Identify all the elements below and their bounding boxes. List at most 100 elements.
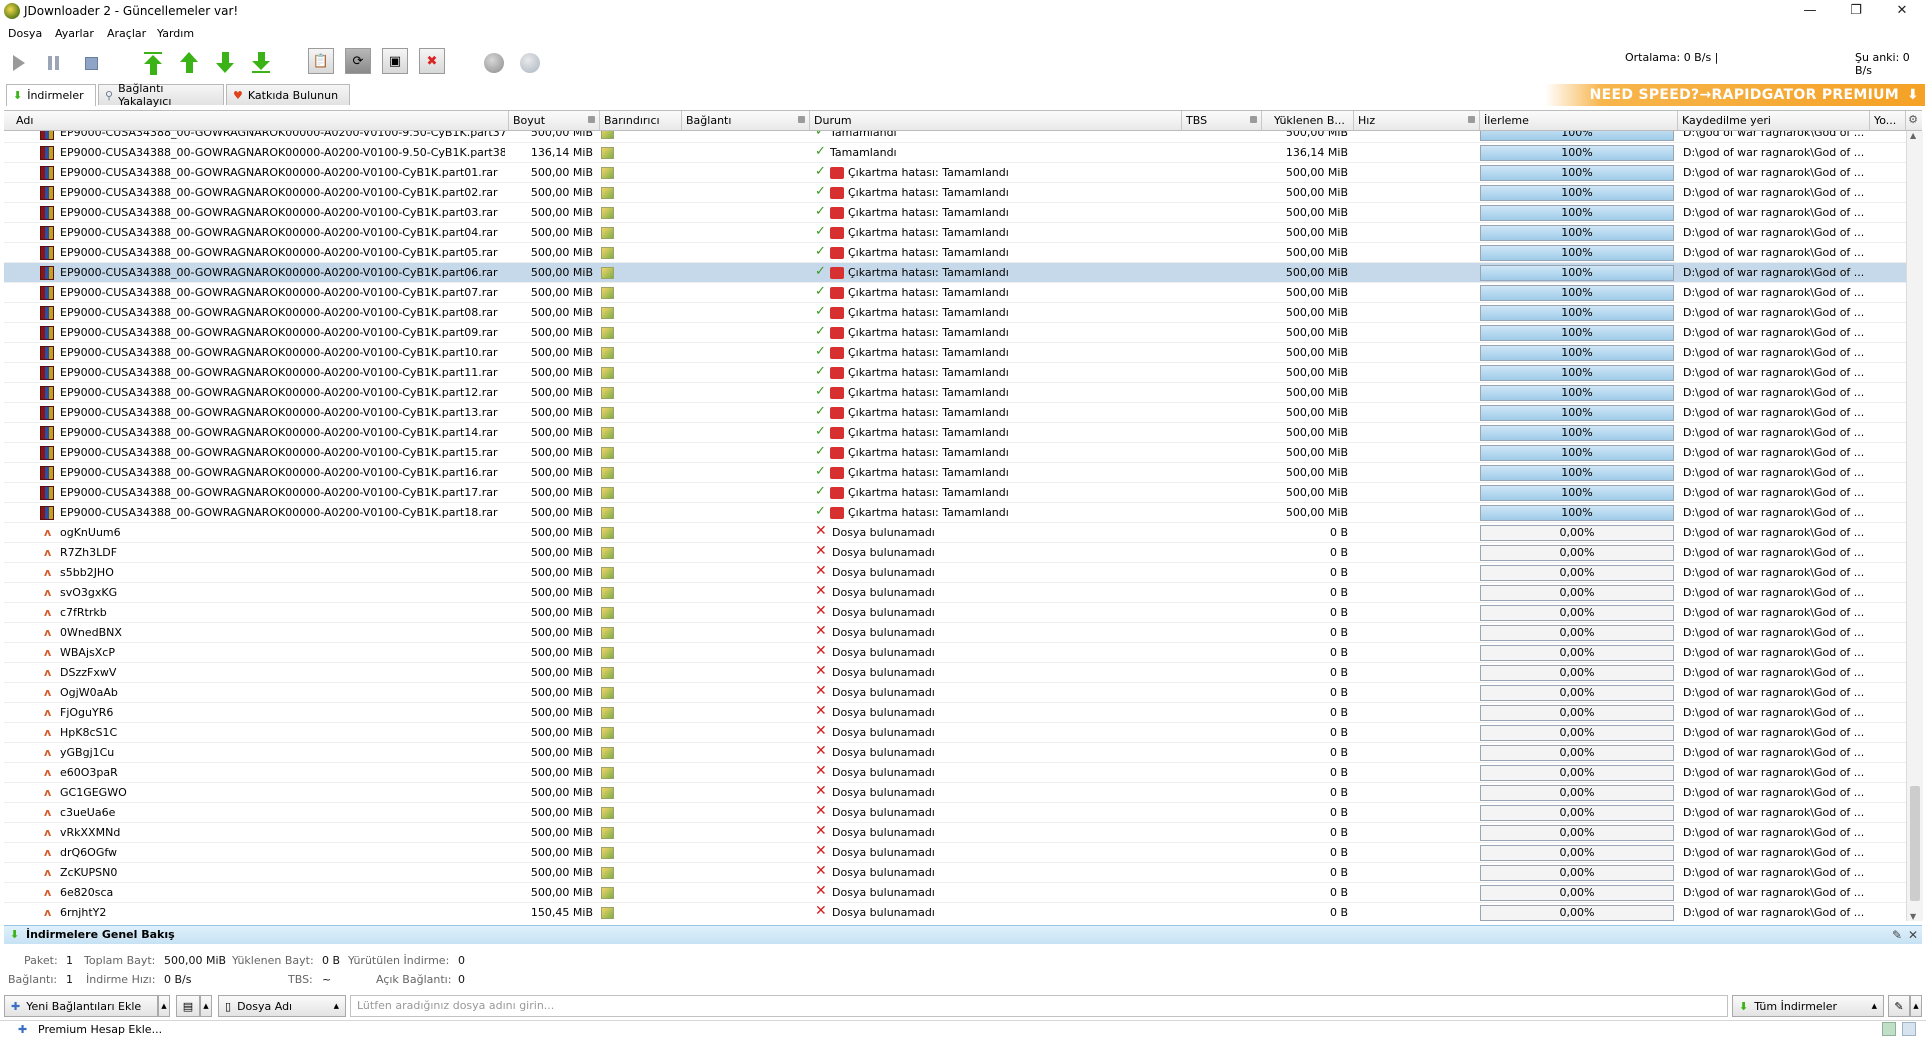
table-row[interactable]: ʌ GC1GEGWO 500,00 MiB ✕ Dosya bulunamadı 0 B 0…: [4, 783, 1906, 803]
close-button[interactable]: ✕: [1879, 0, 1925, 22]
col-name[interactable]: Adı: [4, 111, 509, 130]
row-save-path: D:\god of war ragnarok\God of ...: [1683, 626, 1865, 639]
tab-downloads[interactable]: ⬇ İndirmeler: [6, 84, 96, 106]
tray-icon[interactable]: [1882, 1022, 1896, 1036]
pause-button[interactable]: [42, 50, 68, 76]
close-overview-icon[interactable]: ✕: [1908, 926, 1918, 944]
table-row[interactable]: EP9000-CUSA34388_00-GOWRAGNAROK00000-A02…: [4, 503, 1906, 523]
pin-icon[interactable]: ✎: [1892, 926, 1902, 944]
table-row[interactable]: ʌ c3ueUa6e 500,00 MiB ✕ Dosya bulunamadı 0 B 0…: [4, 803, 1906, 823]
search-field-select[interactable]: ▯ Dosya Adı ▲: [218, 995, 346, 1017]
row-save-path: D:\god of war ragnarok\God of ...: [1683, 666, 1865, 679]
menu-dosya[interactable]: Dosya: [8, 27, 42, 40]
clipboard-monitor-button[interactable]: 📋: [308, 48, 334, 74]
table-row[interactable]: EP9000-CUSA34388_00-GOWRAGNAROK00000-A02…: [4, 443, 1906, 463]
move-bottom-button[interactable]: [248, 50, 274, 76]
add-links-menu-button[interactable]: ▲: [158, 995, 170, 1017]
table-row[interactable]: EP9000-CUSA34388_00-GOWRAGNAROK00000-A02…: [4, 463, 1906, 483]
table-row[interactable]: ʌ OgjW0aAb 500,00 MiB ✕ Dosya bulunamadı 0 B 0…: [4, 683, 1906, 703]
col-size[interactable]: Boyut: [509, 111, 600, 130]
col-save-path[interactable]: Kaydedilme yeri: [1678, 111, 1870, 130]
menu-ayarlar[interactable]: Ayarlar: [55, 27, 94, 40]
column-settings-icon[interactable]: ⚙: [1906, 113, 1920, 126]
move-top-button[interactable]: [140, 50, 166, 76]
table-row[interactable]: ʌ FjOguYR6 500,00 MiB ✕ Dosya bulunamadı 0 B 0…: [4, 703, 1906, 723]
search-input[interactable]: Lütfen aradığınız dosya adını girin...: [350, 995, 1728, 1017]
premium-banner[interactable]: NEED SPEED?→RAPIDGATOR PREMIUM ⬇: [1545, 84, 1925, 106]
move-up-button[interactable]: [176, 50, 202, 76]
table-row[interactable]: EP9000-CUSA34388_00-GOWRAGNAROK00000-A02…: [4, 303, 1906, 323]
delete-button[interactable]: ▤: [176, 995, 200, 1017]
table-row[interactable]: ʌ 0WnedBNX 500,00 MiB ✕ Dosya bulunamadı 0 B 0…: [4, 623, 1906, 643]
table-row[interactable]: EP9000-CUSA34388_00-GOWRAGNAROK00000-A02…: [4, 423, 1906, 443]
table-row[interactable]: EP9000-CUSA34388_00-GOWRAGNAROK00000-A02…: [4, 343, 1906, 363]
col-speed[interactable]: Hız: [1354, 111, 1480, 130]
table-row[interactable]: EP9000-CUSA34388_00-GOWRAGNAROK00000-A02…: [4, 483, 1906, 503]
col-connection[interactable]: Bağlantı: [682, 111, 810, 130]
reconnect-button[interactable]: [481, 50, 507, 76]
error-x-icon: ✕: [815, 883, 827, 899]
col-loaded[interactable]: Yüklenen B...: [1262, 111, 1354, 130]
table-row[interactable]: EP9000-CUSA34388_00-GOWRAGNAROK00000-A02…: [4, 323, 1906, 343]
delete-menu-button[interactable]: ▲: [200, 995, 212, 1017]
table-row[interactable]: ʌ 6rnjhtY2 150,45 MiB ✕ Dosya bulunamadı 0 B 0…: [4, 903, 1906, 921]
premium-toggle-button[interactable]: ▣: [382, 48, 408, 74]
quick-settings-button[interactable]: ✎: [1888, 995, 1910, 1017]
scroll-up-icon[interactable]: ▲: [1910, 131, 1916, 140]
col-eta[interactable]: TBS: [1182, 111, 1262, 130]
auto-reconnect-button[interactable]: ⟳: [345, 48, 371, 74]
col-status[interactable]: Durum: [810, 111, 1182, 130]
table-row[interactable]: EP9000-CUSA34388_00-GOWRAGNAROK00000-A02…: [4, 183, 1906, 203]
add-links-button[interactable]: ✚ Yeni Bağlantıları Ekle: [4, 995, 158, 1017]
table-row[interactable]: ʌ c7fRtrkb 500,00 MiB ✕ Dosya bulunamadı 0 B 0…: [4, 603, 1906, 623]
stop-button[interactable]: [78, 50, 104, 76]
menu-yardim[interactable]: Yardım: [157, 27, 194, 40]
table-row[interactable]: EP9000-CUSA34388_00-GOWRAGNAROK00000-A02…: [4, 203, 1906, 223]
table-row[interactable]: EP9000-CUSA34388_00-GOWRAGNAROK00000-A02…: [4, 223, 1906, 243]
table-row[interactable]: ʌ svO3gxKG 500,00 MiB ✕ Dosya bulunamadı 0 B 0…: [4, 583, 1906, 603]
table-row[interactable]: ʌ s5bb2JHO 500,00 MiB ✕ Dosya bulunamadı 0 B 0…: [4, 563, 1906, 583]
table-row[interactable]: EP9000-CUSA34388_00-GOWRAGNAROK00000-A02…: [4, 263, 1906, 283]
table-row[interactable]: ʌ ZcKUPSN0 500,00 MiB ✕ Dosya bulunamadı 0 B 0…: [4, 863, 1906, 883]
table-row[interactable]: EP9000-CUSA34388_00-GOWRAGNAROK00000-A02…: [4, 383, 1906, 403]
table-row[interactable]: EP9000-CUSA34388_00-GOWRAGNAROK00000-A02…: [4, 163, 1906, 183]
table-row[interactable]: ʌ yGBgj1Cu 500,00 MiB ✕ Dosya bulunamadı 0 B 0…: [4, 743, 1906, 763]
tray-icon[interactable]: [1902, 1022, 1916, 1036]
table-row[interactable]: ʌ HpK8cS1C 500,00 MiB ✕ Dosya bulunamadı 0 B 0…: [4, 723, 1906, 743]
table-row[interactable]: ʌ e60O3paR 500,00 MiB ✕ Dosya bulunamadı 0 B 0…: [4, 763, 1906, 783]
table-row[interactable]: ʌ WBAjsXcP 500,00 MiB ✕ Dosya bulunamadı 0 B 0…: [4, 643, 1906, 663]
table-row[interactable]: ʌ drQ6OGfw 500,00 MiB ✕ Dosya bulunamadı 0 B 0…: [4, 843, 1906, 863]
col-progress[interactable]: İlerleme: [1480, 111, 1678, 130]
tab-contribute[interactable]: ♥ Katkıda Bulunun: [226, 84, 350, 105]
table-scrollbar[interactable]: ▲ ▼: [1906, 131, 1923, 921]
update-button[interactable]: [517, 50, 543, 76]
silent-mode-button[interactable]: ✖: [419, 48, 445, 74]
table-row[interactable]: EP9000-CUSA34388_00-GOWRAGNAROK00000-A02…: [4, 143, 1906, 163]
start-button[interactable]: [6, 50, 32, 76]
add-premium-account-link[interactable]: Premium Hesap Ekle...: [38, 1023, 162, 1036]
move-down-button[interactable]: [212, 50, 238, 76]
all-downloads-select[interactable]: ⬇ Tüm İndirmeler ▲: [1732, 995, 1884, 1017]
table-row[interactable]: EP9000-CUSA34388_00-GOWRAGNAROK00000-A02…: [4, 363, 1906, 383]
scroll-down-icon[interactable]: ▼: [1910, 912, 1916, 921]
quick-settings-menu-button[interactable]: ▲: [1910, 995, 1922, 1017]
col-host[interactable]: Barındırıcı: [600, 111, 682, 130]
scrollbar-thumb[interactable]: [1910, 786, 1920, 901]
tab-link-grabber[interactable]: ⚲ Bağlantı Yakalayıcı: [98, 82, 224, 108]
table-row[interactable]: EP9000-CUSA34388_00-GOWRAGNAROK00000-A02…: [4, 403, 1906, 423]
col-comment[interactable]: Yo...: [1870, 111, 1906, 130]
minimize-button[interactable]: —: [1787, 0, 1833, 22]
maximize-button[interactable]: ❐: [1833, 0, 1879, 22]
table-row[interactable]: ʌ DSzzFxwV 500,00 MiB ✕ Dosya bulunamadı 0 B 0…: [4, 663, 1906, 683]
table-row[interactable]: EP9000-CUSA34388_00-GOWRAGNAROK00000-A02…: [4, 243, 1906, 263]
table-row[interactable]: ʌ ogKnUum6 500,00 MiB ✕ Dosya bulunamadı 0 B 0…: [4, 523, 1906, 543]
table-row[interactable]: EP9000-CUSA34388_00-GOWRAGNAROK00000-A02…: [4, 131, 1906, 143]
table-row[interactable]: ʌ R7Zh3LDF 500,00 MiB ✕ Dosya bulunamadı 0 B 0…: [4, 543, 1906, 563]
menu-araclar[interactable]: Araçlar: [107, 27, 146, 40]
reconnect-globe-icon: [484, 53, 504, 73]
row-progress-bar: 100%: [1480, 465, 1674, 481]
row-name: WBAjsXcP: [60, 646, 115, 659]
table-row[interactable]: ʌ 6e820sca 500,00 MiB ✕ Dosya bulunamadı 0 B 0…: [4, 883, 1906, 903]
table-row[interactable]: EP9000-CUSA34388_00-GOWRAGNAROK00000-A02…: [4, 283, 1906, 303]
table-row[interactable]: ʌ vRkXXMNd 500,00 MiB ✕ Dosya bulunamadı 0 B 0…: [4, 823, 1906, 843]
